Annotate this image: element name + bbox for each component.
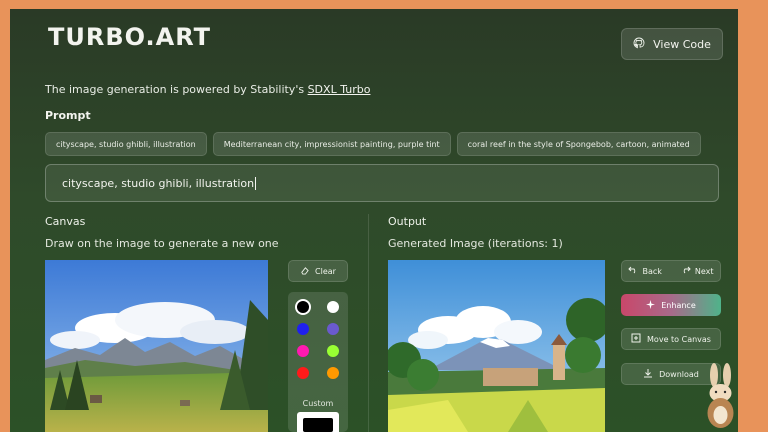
clear-label: Clear [315, 266, 336, 276]
view-code-label: View Code [653, 37, 711, 51]
download-label: Download [659, 369, 699, 379]
back-button[interactable]: Back [628, 266, 662, 276]
logo: TURBO.ART [48, 23, 211, 51]
github-icon [633, 37, 645, 52]
color-swatch-slate-blue[interactable] [327, 323, 339, 335]
sparkle-icon [646, 299, 656, 311]
download-icon [643, 368, 653, 380]
mountain-landscape-image [45, 260, 268, 432]
prompt-chip[interactable]: cityscape, studio ghibli, illustration [45, 132, 207, 156]
ghibli-landscape-image [388, 260, 605, 432]
color-swatch-blue[interactable] [297, 323, 309, 335]
undo-arrow-icon [628, 266, 638, 276]
column-divider [368, 214, 369, 432]
prompt-input[interactable]: cityscape, studio ghibli, illustration [45, 164, 719, 202]
prompt-label: Prompt [45, 109, 91, 122]
enhance-button[interactable]: Enhance [621, 294, 721, 316]
color-swatch-black[interactable] [297, 301, 309, 313]
redo-arrow-icon [681, 266, 691, 276]
drawing-canvas[interactable] [45, 260, 268, 432]
custom-color-preview [303, 418, 333, 432]
prompt-chip[interactable]: coral reef in the style of Spongebob, ca… [456, 132, 701, 156]
color-swatch-pink[interactable] [297, 345, 309, 357]
move-to-canvas-label: Move to Canvas [647, 334, 711, 344]
back-label: Back [642, 266, 662, 276]
color-palette: Custom [288, 292, 348, 432]
text-caret [255, 176, 257, 190]
color-swatch-lime[interactable] [327, 345, 339, 357]
clear-button[interactable]: Clear [288, 260, 348, 282]
app-window: TURBO.ART View Code The image generation… [10, 9, 738, 432]
generated-image [388, 260, 605, 432]
custom-color-label: Custom [302, 399, 334, 408]
eraser-icon [300, 266, 309, 277]
color-swatch-white[interactable] [327, 301, 339, 313]
prompt-chip[interactable]: Mediterranean city, impressionist painti… [212, 132, 451, 156]
enhance-label: Enhance [661, 300, 696, 310]
canvas-subtitle: Draw on the image to generate a new one [45, 237, 279, 250]
prompt-suggestions: cityscape, studio ghibli, illustration M… [45, 132, 701, 156]
custom-color-picker[interactable] [297, 412, 339, 432]
canvas-title: Canvas [45, 215, 86, 228]
history-nav: Back Next [621, 260, 721, 282]
color-swatch-orange[interactable] [327, 367, 339, 379]
view-code-button[interactable]: View Code [621, 28, 723, 60]
sdxl-turbo-link[interactable]: SDXL Turbo [308, 83, 371, 96]
prompt-input-value: cityscape, studio ghibli, illustration [62, 176, 255, 190]
output-subtitle: Generated Image (iterations: 1) [388, 237, 563, 250]
move-to-canvas-icon [631, 333, 641, 345]
next-label: Next [694, 266, 714, 276]
powered-by-text: The image generation is powered by Stabi… [45, 83, 371, 96]
color-swatch-red[interactable] [297, 367, 309, 379]
output-title: Output [388, 215, 427, 228]
next-button[interactable]: Next [681, 266, 714, 276]
move-to-canvas-button[interactable]: Move to Canvas [621, 328, 721, 350]
bunny-mascot [703, 361, 738, 432]
bunny-icon [707, 363, 734, 428]
